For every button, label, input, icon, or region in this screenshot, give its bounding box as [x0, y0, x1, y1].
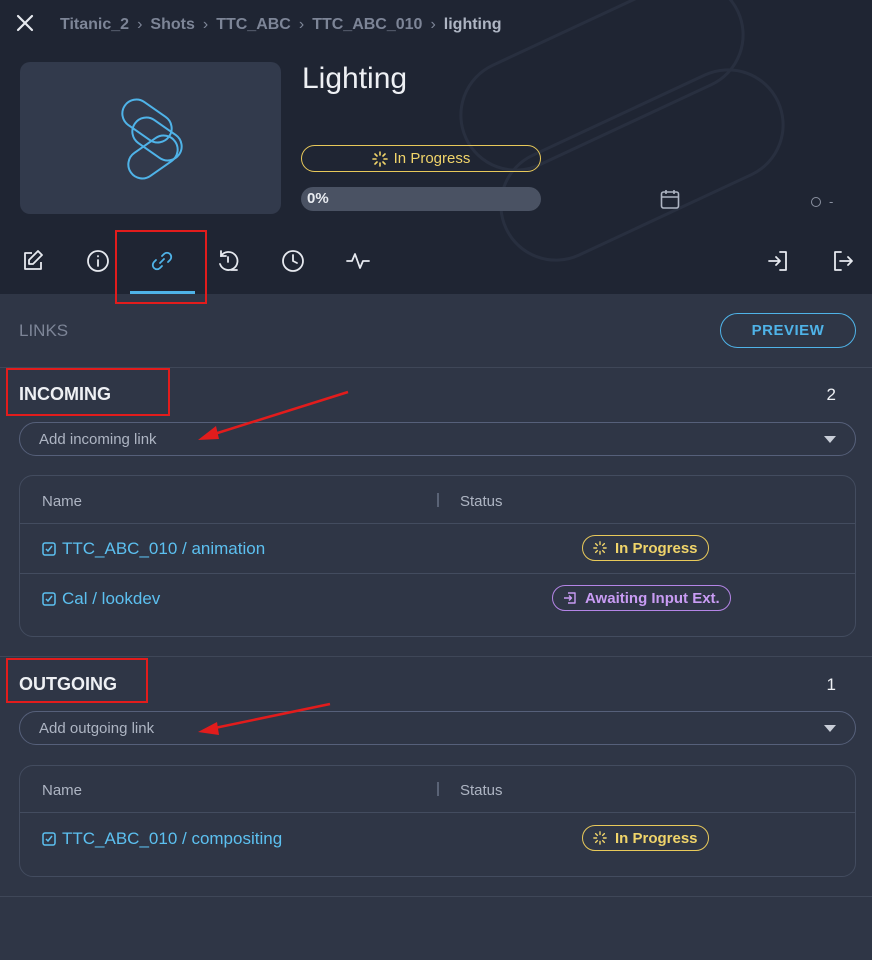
tab-history[interactable]: [215, 248, 241, 274]
breadcrumb-item-sequence[interactable]: TTC_ABC: [216, 16, 291, 34]
row-divider: [20, 523, 855, 524]
spinner-icon: [371, 150, 388, 167]
input-external-icon: [564, 592, 576, 604]
tab-info[interactable]: [85, 248, 111, 274]
tab-incoming[interactable]: [765, 248, 791, 274]
column-header-name[interactable]: Name: [42, 493, 82, 510]
annotation-arrow: [198, 390, 349, 440]
column-divider: [437, 493, 439, 507]
tab-edit[interactable]: [20, 248, 46, 274]
link-name[interactable]: TTC_ABC_010 / compositing: [62, 829, 282, 849]
row-divider: [20, 573, 855, 574]
table-row[interactable]: Cal / lookdev: [42, 589, 160, 609]
circle-icon: [811, 196, 821, 207]
login-icon: [768, 251, 787, 271]
spinner-icon: [593, 541, 607, 555]
status-badge: In Progress: [582, 535, 709, 561]
link-name[interactable]: Cal / lookdev: [62, 589, 160, 609]
link-name[interactable]: TTC_ABC_010 / animation: [62, 539, 265, 559]
close-button[interactable]: [14, 12, 36, 34]
info-icon: [87, 250, 109, 272]
checkbox-icon: [42, 542, 56, 556]
checkbox-icon: [42, 832, 56, 846]
breadcrumb-item-task: lighting: [443, 16, 502, 33]
table-row[interactable]: TTC_ABC_010 / animation: [42, 539, 265, 559]
outgoing-count: 1: [826, 675, 836, 694]
preview-button[interactable]: PREVIEW: [720, 313, 856, 348]
app-logo-icon: [120, 98, 183, 180]
column-header-status[interactable]: Status: [460, 493, 503, 510]
incoming-links-table: Name Status TTC_ABC_010 / animation In P…: [19, 475, 856, 637]
outgoing-links-table: Name Status TTC_ABC_010 / compositing In…: [19, 765, 856, 877]
chevron-right-icon: ›: [202, 16, 209, 33]
status-label: Awaiting Input Ext.: [585, 589, 720, 607]
chevron-right-icon: ›: [137, 16, 143, 33]
chevron-right-icon: ›: [430, 16, 436, 33]
column-header-status[interactable]: Status: [460, 782, 503, 799]
status-label: In Progress: [615, 539, 698, 557]
edit-icon: [24, 250, 43, 270]
breadcrumb-item-shot[interactable]: TTC_ABC_010: [312, 16, 422, 34]
section-divider: [0, 896, 872, 897]
background-logo-decoration: [459, 0, 785, 262]
dropdown-placeholder: Add outgoing link: [39, 719, 155, 737]
links-section-label: LINKS: [19, 321, 69, 340]
tab-activity[interactable]: [345, 248, 371, 274]
calendar-icon: [660, 190, 680, 209]
history-undo-icon: [219, 250, 239, 271]
status-badge[interactable]: In Progress: [301, 145, 541, 172]
close-icon: [16, 14, 34, 32]
clock-icon: [282, 250, 304, 272]
table-row[interactable]: TTC_ABC_010 / compositing: [42, 829, 282, 849]
column-divider: [437, 782, 439, 796]
progress-label: 0%: [307, 190, 329, 207]
annotation-arrow: [198, 702, 331, 735]
task-thumbnail: [20, 62, 281, 214]
page-title: Lighting: [302, 62, 408, 95]
logout-icon: [834, 251, 853, 271]
due-date-button[interactable]: [659, 188, 681, 210]
breadcrumb: Titanic_2 › Shots › TTC_ABC › TTC_ABC_01…: [60, 14, 502, 36]
annotation-highlight-box: [6, 658, 148, 703]
add-incoming-link-dropdown[interactable]: Add incoming link: [19, 422, 856, 456]
row-divider: [20, 812, 855, 813]
activity-icon: [346, 253, 370, 269]
progress-bar: 0%: [301, 187, 541, 211]
add-outgoing-link-dropdown[interactable]: Add outgoing link: [19, 711, 856, 745]
status-badge: Awaiting Input Ext.: [552, 585, 731, 611]
section-divider: [0, 656, 872, 657]
caret-down-icon: [824, 725, 836, 732]
checkbox-icon: [42, 592, 56, 606]
assignee-value: -: [829, 194, 834, 209]
status-label: In Progress: [393, 150, 471, 167]
tab-time[interactable]: [280, 248, 306, 274]
dropdown-placeholder: Add incoming link: [39, 430, 157, 448]
column-header-name[interactable]: Name: [42, 782, 82, 799]
status-badge: In Progress: [582, 825, 709, 851]
assignee-indicator[interactable]: -: [811, 194, 833, 209]
chevron-right-icon: ›: [298, 16, 305, 33]
tab-outgoing[interactable]: [830, 248, 856, 274]
annotation-highlight-box: [6, 368, 170, 416]
breadcrumb-item-project[interactable]: Titanic_2: [60, 16, 129, 34]
caret-down-icon: [824, 436, 836, 443]
incoming-count: 2: [826, 385, 836, 404]
breadcrumb-item-shots[interactable]: Shots: [150, 16, 194, 34]
spinner-icon: [593, 831, 607, 845]
annotation-highlight-box: [115, 230, 207, 304]
status-label: In Progress: [615, 829, 698, 847]
